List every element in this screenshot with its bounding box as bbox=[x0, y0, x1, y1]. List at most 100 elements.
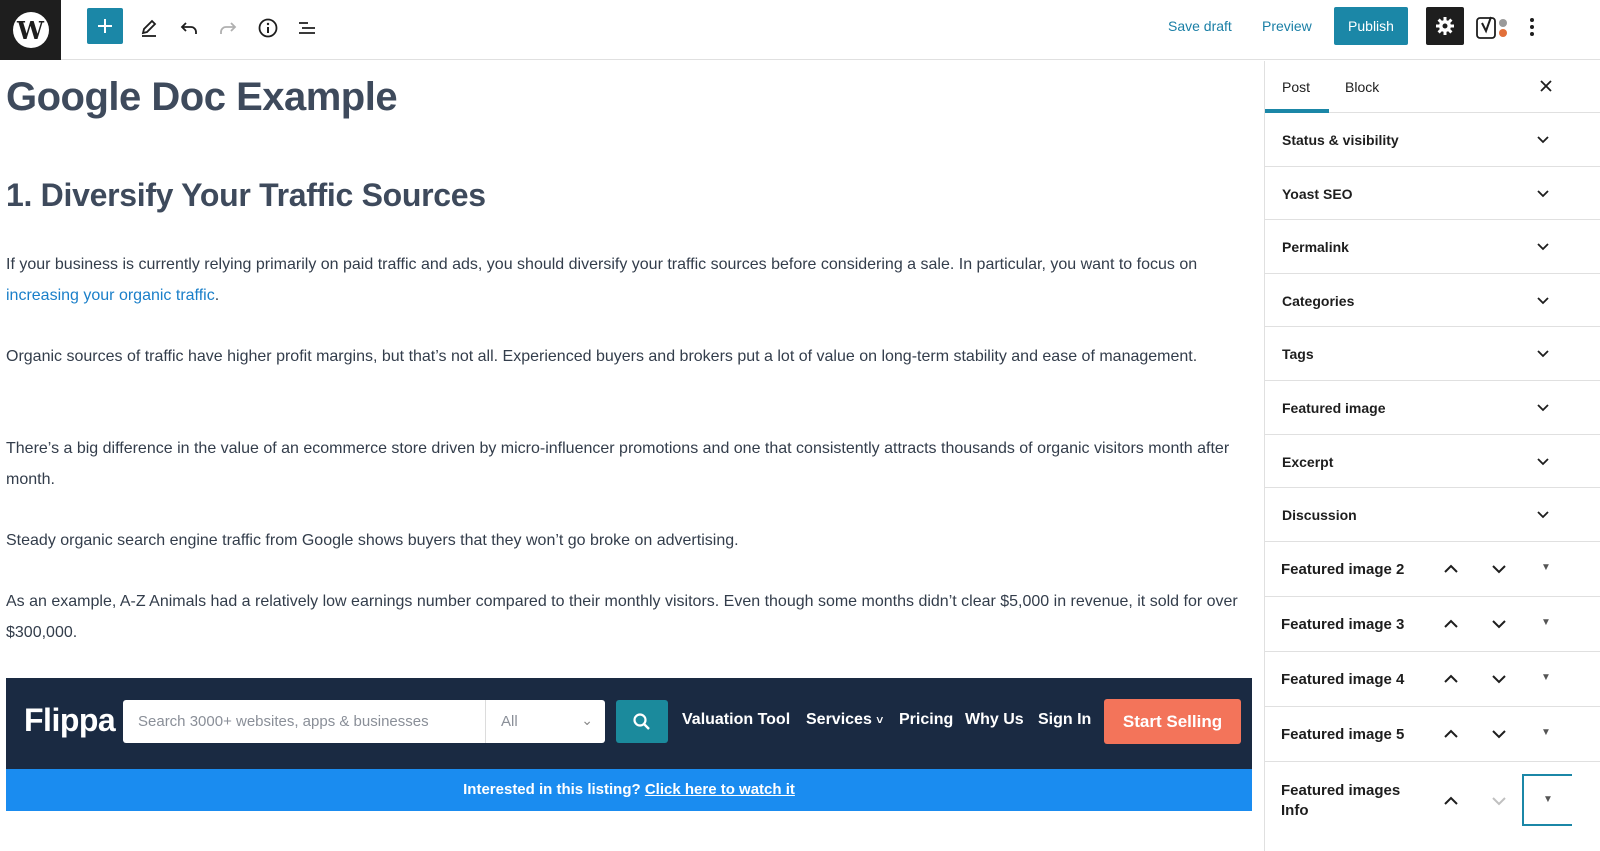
chevron-down-icon[interactable] bbox=[1489, 614, 1509, 634]
details-button[interactable] bbox=[250, 10, 286, 46]
editor-toolbar: W Save draft Preview Publish bbox=[0, 0, 1600, 60]
preview-button[interactable]: Preview bbox=[1262, 18, 1312, 34]
undo-button[interactable] bbox=[171, 10, 207, 46]
flippa-select-value: All bbox=[501, 713, 518, 730]
flippa-nav-why-us: Why Us bbox=[965, 711, 1024, 728]
metabox-featured-images-info[interactable]: Featured images Info ▼ bbox=[1265, 762, 1600, 842]
chevron-up-icon[interactable] bbox=[1441, 669, 1461, 689]
paragraph-block[interactable]: If your business is currently relying pr… bbox=[6, 249, 1256, 311]
caret-down-icon[interactable]: ▼ bbox=[1541, 672, 1551, 683]
metabox-featured-image-2[interactable]: Featured image 2 ▼ bbox=[1265, 542, 1600, 597]
flippa-category-select: All ⌄ bbox=[485, 700, 605, 743]
metabox-title: Featured image 2 bbox=[1281, 560, 1405, 578]
chevron-up-icon[interactable] bbox=[1441, 791, 1461, 811]
panel-tags[interactable]: Tags bbox=[1265, 327, 1600, 381]
chevron-down-icon bbox=[1537, 511, 1549, 519]
caret-down-icon[interactable]: ▼ bbox=[1541, 562, 1551, 573]
panel-title: Featured image bbox=[1282, 399, 1386, 416]
flippa-nav-sign-in: Sign In bbox=[1038, 711, 1092, 728]
flippa-search-button bbox=[616, 700, 668, 743]
info-icon bbox=[258, 18, 278, 38]
paragraph-block[interactable]: As an example, A-Z Animals had a relativ… bbox=[6, 586, 1256, 648]
flippa-start-selling-button: Start Selling bbox=[1104, 699, 1241, 744]
heading-block[interactable]: 1. Diversify Your Traffic Sources bbox=[6, 177, 486, 214]
tab-post[interactable]: Post bbox=[1282, 79, 1310, 95]
chevron-down-icon bbox=[1537, 243, 1549, 251]
panel-categories[interactable]: Categories bbox=[1265, 274, 1600, 328]
redo-icon bbox=[220, 22, 237, 34]
editor-canvas: Google Doc Example 1. Diversify Your Tra… bbox=[0, 61, 1264, 851]
wordpress-icon: W bbox=[12, 12, 49, 48]
gear-icon bbox=[1436, 17, 1454, 35]
options-menu-button[interactable] bbox=[1522, 12, 1542, 42]
post-title[interactable]: Google Doc Example bbox=[6, 75, 398, 120]
banner-link: Click here to watch it bbox=[644, 781, 795, 798]
panel-title: Status & visibility bbox=[1282, 132, 1399, 148]
flippa-screenshot-image[interactable]: Flippa Search 3000+ websites, apps & bus… bbox=[6, 678, 1252, 811]
panel-title: Excerpt bbox=[1282, 453, 1334, 470]
flippa-listing-banner: Interested in this listing? Click here t… bbox=[6, 769, 1252, 811]
panel-title: Discussion bbox=[1282, 507, 1357, 524]
chevron-down-icon bbox=[1537, 136, 1549, 144]
paragraph-block[interactable]: Steady organic search engine traffic fro… bbox=[6, 525, 1256, 556]
metabox-title: Featured image 3 bbox=[1281, 615, 1405, 633]
caret-down-icon[interactable]: ▼ bbox=[1541, 727, 1551, 738]
chevron-up-icon[interactable] bbox=[1441, 559, 1461, 579]
chevron-up-icon[interactable] bbox=[1441, 614, 1461, 634]
chevron-up-icon[interactable] bbox=[1441, 724, 1461, 744]
panel-excerpt[interactable]: Excerpt bbox=[1265, 435, 1600, 489]
organic-traffic-link[interactable]: increasing your organic traffic bbox=[6, 287, 215, 304]
chevron-down-icon bbox=[1537, 189, 1549, 197]
flippa-nav-pricing: Pricing bbox=[899, 711, 954, 728]
add-block-button[interactable] bbox=[87, 8, 123, 44]
sidebar-panels: Status & visibility Yoast SEO Permalink Cat… bbox=[1265, 113, 1600, 542]
close-icon bbox=[1540, 80, 1552, 92]
metabox-title: Featured image 5 bbox=[1281, 725, 1405, 743]
yoast-icon bbox=[1476, 16, 1507, 39]
chevron-down-icon[interactable] bbox=[1489, 791, 1509, 811]
banner-text: Interested in this listing? bbox=[463, 781, 641, 798]
save-draft-button[interactable]: Save draft bbox=[1168, 18, 1232, 34]
paragraph-text: If your business is currently relying pr… bbox=[6, 256, 1198, 273]
flippa-nav-services: Services ˅ bbox=[806, 711, 884, 728]
paragraph-block[interactable]: There’s a big difference in the value of… bbox=[6, 433, 1256, 495]
panel-featured-image[interactable]: Featured image bbox=[1265, 381, 1600, 435]
panel-yoast-seo[interactable]: Yoast SEO bbox=[1265, 167, 1600, 221]
metabox-featured-image-3[interactable]: Featured image 3 ▼ bbox=[1265, 597, 1600, 652]
metabox-title: Featured image 4 bbox=[1281, 670, 1405, 688]
settings-button[interactable] bbox=[1426, 7, 1464, 45]
paragraph-block[interactable]: Organic sources of traffic have higher p… bbox=[6, 341, 1256, 372]
panel-title: Categories bbox=[1282, 292, 1355, 309]
tab-block[interactable]: Block bbox=[1345, 79, 1379, 95]
caret-down-icon[interactable]: ▼ bbox=[1541, 617, 1551, 628]
wordpress-logo-button[interactable]: W bbox=[0, 0, 61, 60]
panel-status-visibility[interactable]: Status & visibility bbox=[1265, 113, 1600, 167]
chevron-down-icon[interactable] bbox=[1489, 724, 1509, 744]
settings-sidebar: Post Block Status & visibility Yoast SEO P… bbox=[1264, 61, 1600, 851]
pencil-icon bbox=[141, 19, 157, 37]
metabox-featured-image-5[interactable]: Featured image 5 ▼ bbox=[1265, 707, 1600, 762]
chevron-down-icon bbox=[1537, 297, 1549, 305]
chevron-down-icon[interactable] bbox=[1489, 559, 1509, 579]
yoast-seo-button[interactable] bbox=[1476, 14, 1510, 42]
more-vertical-icon bbox=[1530, 18, 1534, 36]
search-icon bbox=[633, 712, 650, 730]
flippa-search-field: Search 3000+ websites, apps & businesses bbox=[123, 700, 485, 743]
chevron-down-icon[interactable] bbox=[1489, 669, 1509, 689]
panel-discussion[interactable]: Discussion bbox=[1265, 488, 1600, 542]
undo-icon bbox=[180, 22, 197, 34]
toggle-panel-button[interactable]: ▼ bbox=[1522, 773, 1572, 826]
close-sidebar-button[interactable] bbox=[1533, 73, 1559, 99]
chevron-down-icon bbox=[1537, 404, 1549, 412]
redo-button[interactable] bbox=[210, 10, 246, 46]
list-view-button[interactable] bbox=[289, 10, 325, 46]
panel-permalink[interactable]: Permalink bbox=[1265, 220, 1600, 274]
metabox-featured-image-4[interactable]: Featured image 4 ▼ bbox=[1265, 652, 1600, 707]
chevron-down-icon: ˅ bbox=[876, 713, 884, 727]
tools-button[interactable] bbox=[131, 10, 167, 46]
panel-title: Yoast SEO bbox=[1282, 185, 1353, 202]
plus-icon bbox=[98, 19, 112, 33]
chevron-down-icon bbox=[1537, 350, 1549, 358]
publish-button[interactable]: Publish bbox=[1334, 7, 1408, 45]
metaboxes: Featured image 2 ▼ Featured image 3 ▼ Featur… bbox=[1265, 542, 1600, 762]
